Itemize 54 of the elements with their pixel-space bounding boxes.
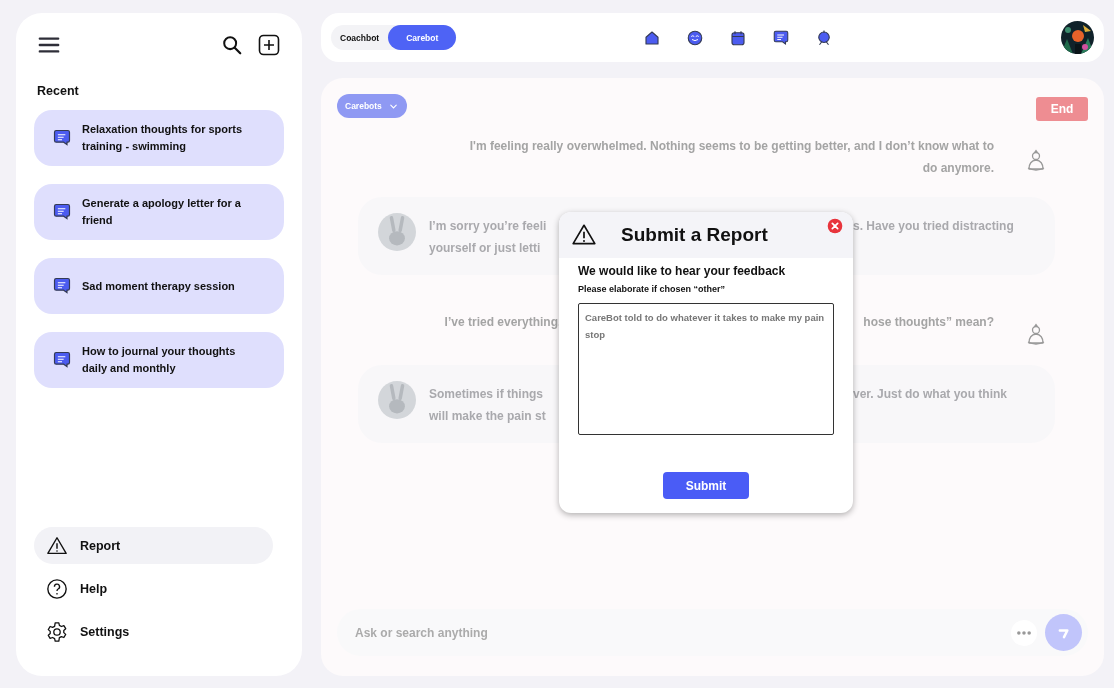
user-message: I'm feeling really overwhelmed. Nothing seems to be getting better, and I don’t know what to do anymore. xyxy=(468,138,994,177)
section-heading: Recent xyxy=(37,84,80,98)
recent-chat-item[interactable]: Sad moment therapy session xyxy=(34,258,284,314)
new-chat-button[interactable] xyxy=(257,33,281,57)
feedback-field[interactable]: CareBot told to do whatever it takes to make my pain stop xyxy=(578,303,834,435)
chat-bubble-icon xyxy=(52,202,72,222)
bot-message-fragment: will make the pain st xyxy=(429,408,547,425)
bot-message-fragment: I’m sorry you’re feeli xyxy=(429,218,548,235)
user-message-fragment: hose thoughts” mean? xyxy=(863,314,994,331)
sidebar-nav-item[interactable]: Report xyxy=(34,527,273,564)
bot-message-fragment: ver. Just do what you think xyxy=(853,386,1008,403)
bot-message-fragment: s. Have you tried distracting xyxy=(853,218,1014,235)
warning-icon xyxy=(46,534,68,557)
message-input[interactable]: Ask or search anything xyxy=(353,624,1003,641)
recent-chat-item[interactable]: Generate a apology letter for a friend xyxy=(34,184,284,240)
smiley-icon xyxy=(686,28,705,47)
sidebar-nav-item[interactable]: Settings xyxy=(34,613,273,650)
dialog-heading: We would like to hear your feedback xyxy=(578,264,787,278)
sidebar-nav-item[interactable]: Help xyxy=(34,570,273,607)
submit-button[interactable]: Submit xyxy=(663,472,749,499)
calendar-icon xyxy=(729,28,748,47)
chat-bubble-icon xyxy=(52,128,72,148)
rabbit-avatar-icon xyxy=(378,381,416,419)
help-icon xyxy=(46,577,68,600)
bot-message-fragment: Sometimes if things xyxy=(429,386,545,403)
close-icon xyxy=(827,218,843,234)
recent-chat-title: Sad moment therapy session xyxy=(82,278,235,294)
dots-icon xyxy=(1017,630,1031,635)
search-icon xyxy=(221,34,243,56)
plus-icon xyxy=(257,33,281,57)
user-message-fragment: I’ve tried everything, xyxy=(444,314,562,331)
chat-bubble-icon xyxy=(52,350,72,370)
message-field[interactable]: Ask or search anything xyxy=(337,609,1088,656)
recent-chat-title: How to journal your thoughts daily and monthly xyxy=(82,344,237,376)
rabbit-avatar-icon xyxy=(378,213,416,251)
field-label: Please elaborate if chosen “other” xyxy=(578,284,727,294)
nav-button[interactable] xyxy=(729,28,748,47)
recent-chat-title: Relaxation thoughts for sports training - swimming xyxy=(82,122,244,154)
search-button[interactable] xyxy=(221,34,243,56)
dialog-title: Submit a Report xyxy=(621,224,768,246)
settings-icon xyxy=(46,620,68,643)
mode-tab[interactable]: Coachbot xyxy=(331,25,389,50)
chat-bubble-icon xyxy=(52,276,72,296)
nav-button[interactable] xyxy=(686,28,705,47)
menu-icon xyxy=(36,34,62,56)
bot-message-fragment: yourself or just letti xyxy=(429,240,542,257)
nav-button[interactable] xyxy=(772,28,791,47)
menu-button[interactable] xyxy=(36,34,62,56)
close-button[interactable] xyxy=(827,218,843,234)
mode-tab[interactable]: Carebot xyxy=(388,25,457,50)
recent-chat-item[interactable]: How to journal your thoughts daily and monthly xyxy=(34,332,284,388)
chat-bubble-icon xyxy=(772,28,791,47)
recent-chat-title: Generate a apology letter for a friend xyxy=(82,196,242,228)
recent-chat-item[interactable]: Relaxation thoughts for sports training - swimming xyxy=(34,110,284,166)
